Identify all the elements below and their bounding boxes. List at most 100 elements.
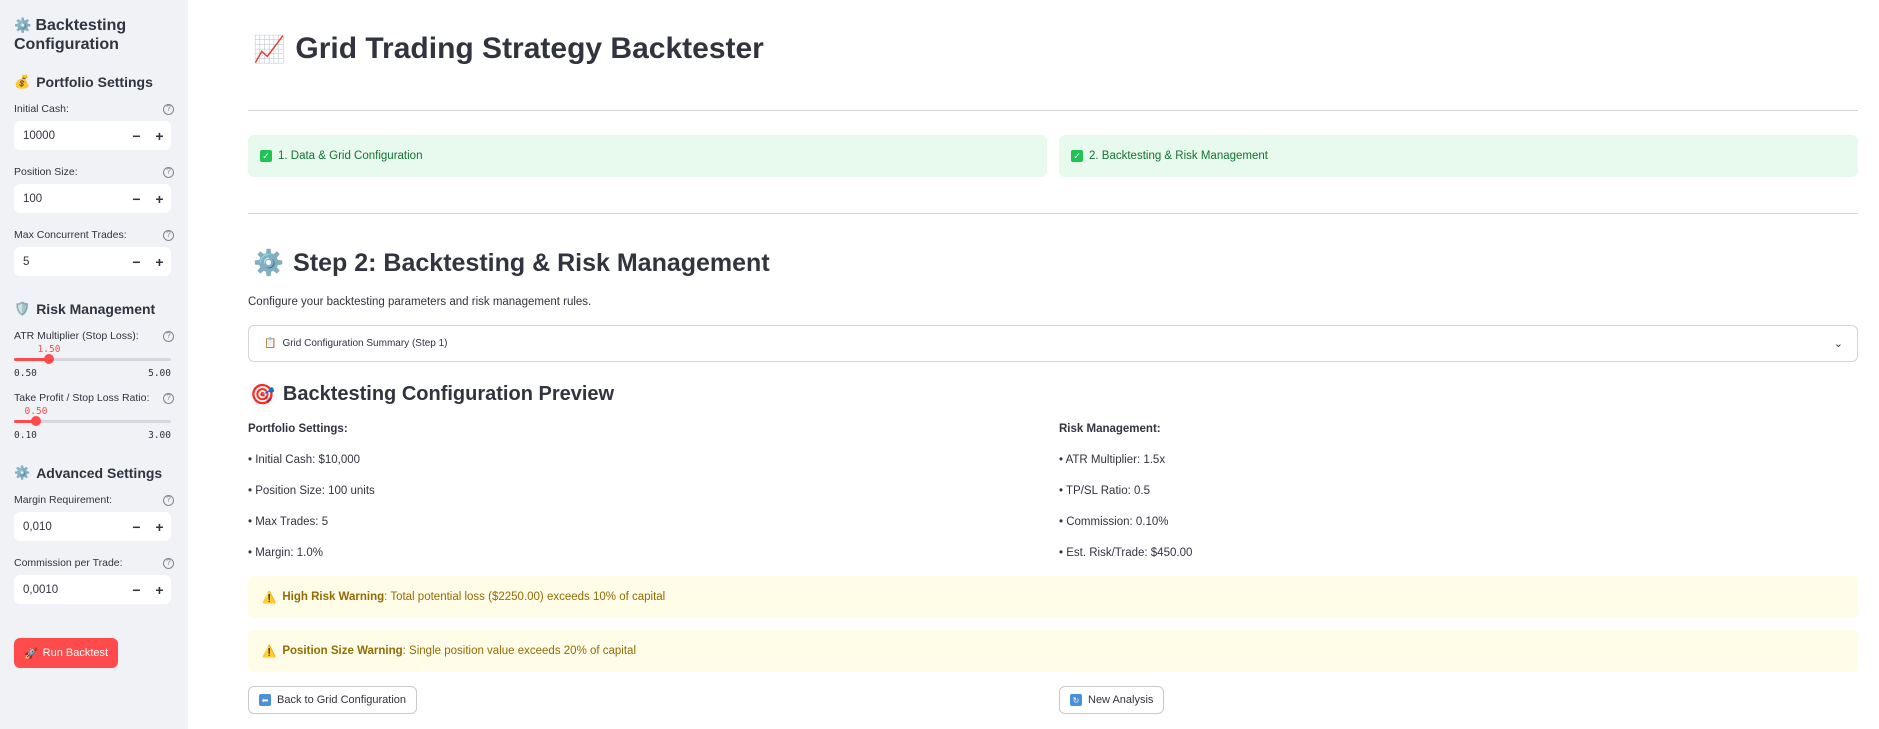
step-caption: Configure your backtesting parameters an… (248, 296, 592, 308)
max-trades-label: Max Concurrent Trades: (14, 229, 127, 241)
step-heading-text: Step 2: Backtesting & Risk Management (293, 249, 770, 277)
increment-button[interactable]: + (148, 191, 171, 207)
shield-icon: 🛡️ (14, 301, 31, 316)
commission-label-row: Commission per Trade: ? (14, 555, 174, 571)
atr-label-row: ATR Multiplier (Stop Loss): ? (14, 328, 174, 344)
max-trades-label-row: Max Concurrent Trades: ? (14, 227, 174, 243)
commission-value[interactable]: 0,0010 (14, 584, 125, 596)
help-icon[interactable]: ? (163, 330, 174, 342)
warning-title: Position Size Warning (282, 645, 403, 657)
target-icon: 🎯 (250, 384, 275, 406)
decrement-button[interactable]: − (125, 519, 148, 535)
margin-requirement-input[interactable]: 0,010 − + (14, 512, 171, 541)
slider-thumb[interactable] (44, 354, 54, 364)
list-item: • Commission: 0.10% (1059, 516, 1169, 528)
increment-button[interactable]: + (148, 519, 171, 535)
slider-min: 0.50 (14, 368, 37, 379)
initial-cash-label: Initial Cash: (14, 103, 69, 115)
margin-label-row: Margin Requirement: ? (14, 492, 174, 508)
advanced-settings-label: Advanced Settings (36, 465, 163, 481)
step-1-status: ✓ 1. Data & Grid Configuration (248, 135, 1047, 177)
max-trades-value[interactable]: 5 (14, 256, 125, 268)
commission-label: Commission per Trade: (14, 557, 123, 569)
commission-input[interactable]: 0,0010 − + (14, 575, 171, 604)
decrement-button[interactable]: − (125, 254, 148, 270)
position-size-input[interactable]: 100 − + (14, 184, 171, 213)
high-risk-warning: ⚠️ High Risk Warning: Total potential lo… (248, 576, 1858, 618)
divider (248, 213, 1858, 214)
max-trades-input[interactable]: 5 − + (14, 247, 171, 276)
gear-icon: ⚙️ (14, 465, 31, 480)
increment-button[interactable]: + (148, 582, 171, 598)
portfolio-settings-label: Portfolio Settings (36, 74, 153, 90)
position-size-value[interactable]: 100 (14, 193, 125, 205)
money-bag-icon: 💰 (14, 74, 31, 89)
refresh-icon: ↻ (1070, 694, 1082, 706)
max-trades-group: Max Concurrent Trades: ? 5 − + (14, 227, 174, 276)
divider (248, 110, 1858, 111)
step-1-label: 1. Data & Grid Configuration (278, 150, 423, 162)
check-icon: ✓ (260, 150, 272, 162)
margin-requirement-value[interactable]: 0,010 (14, 521, 125, 533)
tp-sl-ratio-slider[interactable]: 0.50 0.10 3.00 (14, 406, 171, 446)
warning-body: : Single position value exceeds 20% of c… (402, 645, 637, 657)
help-icon[interactable]: ? (163, 229, 174, 241)
run-backtest-button[interactable]: 🚀 Run Backtest (14, 638, 118, 668)
sidebar: ⚙️ Backtesting Configuration 💰 Portfolio … (0, 0, 188, 729)
decrement-button[interactable]: − (125, 582, 148, 598)
risk-management-heading: 🛡️ Risk Management (14, 298, 174, 320)
help-icon[interactable]: ? (163, 557, 174, 569)
list-item: • Est. Risk/Trade: $450.00 (1059, 547, 1193, 559)
help-icon[interactable]: ? (163, 166, 174, 178)
decrement-button[interactable]: − (125, 191, 148, 207)
warning-icon: ⚠️ (262, 592, 277, 604)
check-icon: ✓ (1071, 150, 1083, 162)
slider-thumb[interactable] (31, 416, 41, 426)
tp-label-row: Take Profit / Stop Loss Ratio: ? (14, 390, 174, 406)
list-item: • Max Trades: 5 (248, 516, 329, 528)
commission-group: Commission per Trade: ? 0,0010 − + (14, 555, 174, 604)
initial-cash-group: Initial Cash: ? 10000 − + (14, 101, 174, 150)
initial-cash-input[interactable]: 10000 − + (14, 121, 171, 150)
warning-title: High Risk Warning (282, 591, 385, 603)
page-title: 📈 Grid Trading Strategy Backtester (253, 32, 764, 66)
expander-label: Grid Configuration Summary (Step 1) (282, 338, 448, 349)
new-analysis-label: New Analysis (1088, 694, 1154, 706)
clipboard-icon: 📋 (264, 338, 277, 349)
slider-max: 5.00 (148, 368, 171, 379)
run-backtest-label: Run Backtest (42, 647, 109, 659)
initial-cash-label-row: Initial Cash: ? (14, 101, 174, 117)
help-icon[interactable]: ? (163, 392, 174, 404)
increment-button[interactable]: + (148, 128, 171, 144)
list-item: • Position Size: 100 units (248, 485, 375, 497)
initial-cash-value[interactable]: 10000 (14, 130, 125, 142)
slider-min: 0.10 (14, 430, 37, 441)
step-2-label: 2. Backtesting & Risk Management (1089, 150, 1268, 162)
step-heading: ⚙️ Step 2: Backtesting & Risk Management (253, 249, 770, 278)
grid-summary-expander[interactable]: 📋 Grid Configuration Summary (Step 1) ⌄ (248, 325, 1858, 362)
list-item: • ATR Multiplier: 1.5x (1059, 454, 1166, 466)
warning-text: High Risk Warning: Total potential loss … (282, 591, 665, 603)
advanced-settings-heading: ⚙️ Advanced Settings (14, 462, 174, 484)
back-button-label: Back to Grid Configuration (277, 694, 407, 706)
slider-max: 3.00 (148, 430, 171, 441)
help-icon[interactable]: ? (163, 103, 174, 115)
list-item: • Margin: 1.0% (248, 547, 323, 559)
increment-button[interactable]: + (148, 254, 171, 270)
decrement-button[interactable]: − (125, 128, 148, 144)
chevron-down-icon[interactable]: ⌄ (1834, 337, 1843, 350)
position-size-label: Position Size: (14, 166, 78, 178)
back-to-grid-button[interactable]: ⬅ Back to Grid Configuration (248, 686, 418, 714)
portfolio-column-heading: Portfolio Settings: (248, 423, 348, 435)
preview-heading: 🎯 Backtesting Configuration Preview (250, 382, 614, 407)
page-title-text: Grid Trading Strategy Backtester (295, 32, 764, 65)
atr-multiplier-slider[interactable]: 1.50 0.50 5.00 (14, 344, 171, 384)
warning-text: Position Size Warning: Single position v… (282, 645, 636, 657)
atr-multiplier-label: ATR Multiplier (Stop Loss): (14, 330, 139, 342)
atr-multiplier-group: ATR Multiplier (Stop Loss): ? 1.50 0.50 … (14, 328, 174, 384)
preview-heading-text: Backtesting Configuration Preview (282, 383, 615, 405)
new-analysis-button[interactable]: ↻ New Analysis (1059, 686, 1165, 714)
help-icon[interactable]: ? (163, 494, 174, 506)
rocket-icon: 🚀 (23, 647, 38, 660)
margin-group: Margin Requirement: ? 0,010 − + (14, 492, 174, 541)
